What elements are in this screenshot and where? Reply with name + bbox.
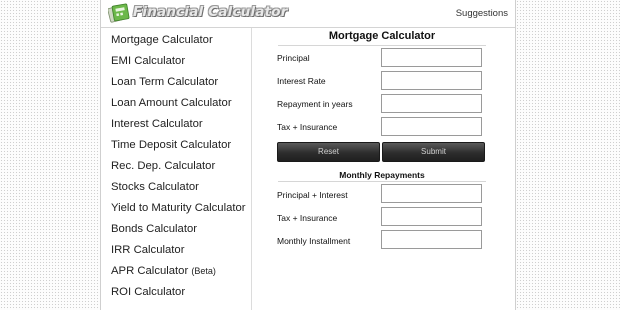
sidebar-item-loan-amount-calculator[interactable]: Loan Amount Calculator (111, 97, 232, 109)
principal-input[interactable] (381, 48, 482, 67)
page-container: Financial Calculator Suggestions Mortgag… (100, 0, 516, 310)
sidebar-item-time-deposit-calculator[interactable]: Time Deposit Calculator (111, 139, 231, 151)
title-divider (278, 45, 486, 46)
monthly-repayments-title: Monthly Repayments (339, 170, 425, 180)
calculator-logo-icon (108, 3, 130, 23)
principal-interest-label: Principal + Interest (277, 190, 348, 200)
sidebar-item-apr-calculator[interactable]: APR Calculator (Beta) (111, 265, 216, 277)
sidebar-item-emi-calculator[interactable]: EMI Calculator (111, 55, 185, 67)
tax-insurance-output[interactable] (381, 207, 482, 226)
principal-interest-output[interactable] (381, 184, 482, 203)
submit-button[interactable]: Submit (382, 142, 485, 162)
repayment-years-label: Repayment in years (277, 99, 353, 109)
monthly-installment-output[interactable] (381, 230, 482, 249)
sidebar-item-roi-calculator[interactable]: ROI Calculator (111, 286, 185, 298)
sidebar-item-yield-to-maturity-calculator[interactable]: Yield to Maturity Calculator (111, 202, 246, 214)
monthly-installment-label: Monthly Installment (277, 236, 351, 246)
section-divider (278, 181, 486, 182)
sidebar-item-interest-calculator[interactable]: Interest Calculator (111, 118, 203, 130)
sidebar-nav: Mortgage Calculator EMI Calculator Loan … (101, 28, 252, 310)
sidebar-item-irr-calculator[interactable]: IRR Calculator (111, 244, 184, 256)
sidebar-item-bonds-calculator[interactable]: Bonds Calculator (111, 223, 197, 235)
suggestions-link[interactable]: Suggestions (456, 8, 508, 19)
sidebar-item-rec-dep-calculator[interactable]: Rec. Dep. Calculator (111, 160, 215, 172)
beta-badge: (Beta) (191, 266, 216, 276)
repayment-years-input[interactable] (381, 94, 482, 113)
principal-label: Principal (277, 53, 310, 63)
interest-rate-label: Interest Rate (277, 76, 326, 86)
tax-insurance-result-label: Tax + Insurance (277, 213, 338, 223)
sidebar-item-label: APR Calculator (111, 265, 189, 277)
calculator-title: Mortgage Calculator (328, 30, 436, 42)
sidebar-item-stocks-calculator[interactable]: Stocks Calculator (111, 181, 199, 193)
interest-rate-input[interactable] (381, 71, 482, 90)
sidebar-item-loan-term-calculator[interactable]: Loan Term Calculator (111, 76, 218, 88)
tax-insurance-input[interactable] (381, 117, 482, 136)
tax-insurance-label: Tax + Insurance (277, 122, 338, 132)
reset-button[interactable]: Reset (277, 142, 380, 162)
app-title: Financial Calculator (133, 4, 288, 20)
sidebar-item-mortgage-calculator[interactable]: Mortgage Calculator (111, 34, 213, 46)
header-bar: Financial Calculator Suggestions (101, 0, 515, 28)
calculator-panel: Mortgage Calculator Principal Interest R… (252, 28, 515, 310)
